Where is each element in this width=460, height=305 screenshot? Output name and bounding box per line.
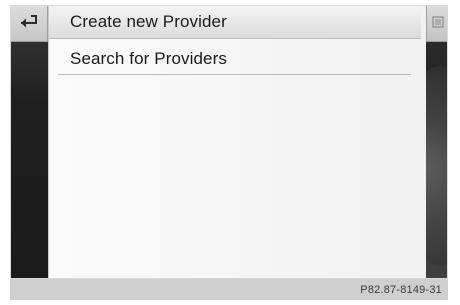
figure-id: P82.87-8149-31 (360, 283, 442, 296)
menu-item-create-new-provider[interactable]: Create new Provider (49, 6, 421, 39)
menu-item-label: Search for Providers (70, 48, 227, 68)
right-rail (426, 6, 447, 278)
options-button[interactable] (426, 6, 447, 42)
back-button[interactable] (11, 6, 48, 42)
figure-caption-bar: P82.87-8149-31 (10, 279, 448, 300)
options-icon (432, 15, 444, 33)
menu-item-label: Create new Provider (70, 12, 227, 31)
menu-item-search-for-providers[interactable]: Search for Providers (49, 42, 421, 75)
display-screen: Create new Provider Search for Providers (10, 5, 448, 279)
menu-list: Create new Provider Search for Providers (48, 6, 426, 278)
back-arrow-icon (20, 14, 38, 33)
figure-frame: Create new Provider Search for Providers (0, 0, 460, 305)
left-rail (11, 6, 48, 278)
menu-divider (58, 74, 411, 75)
